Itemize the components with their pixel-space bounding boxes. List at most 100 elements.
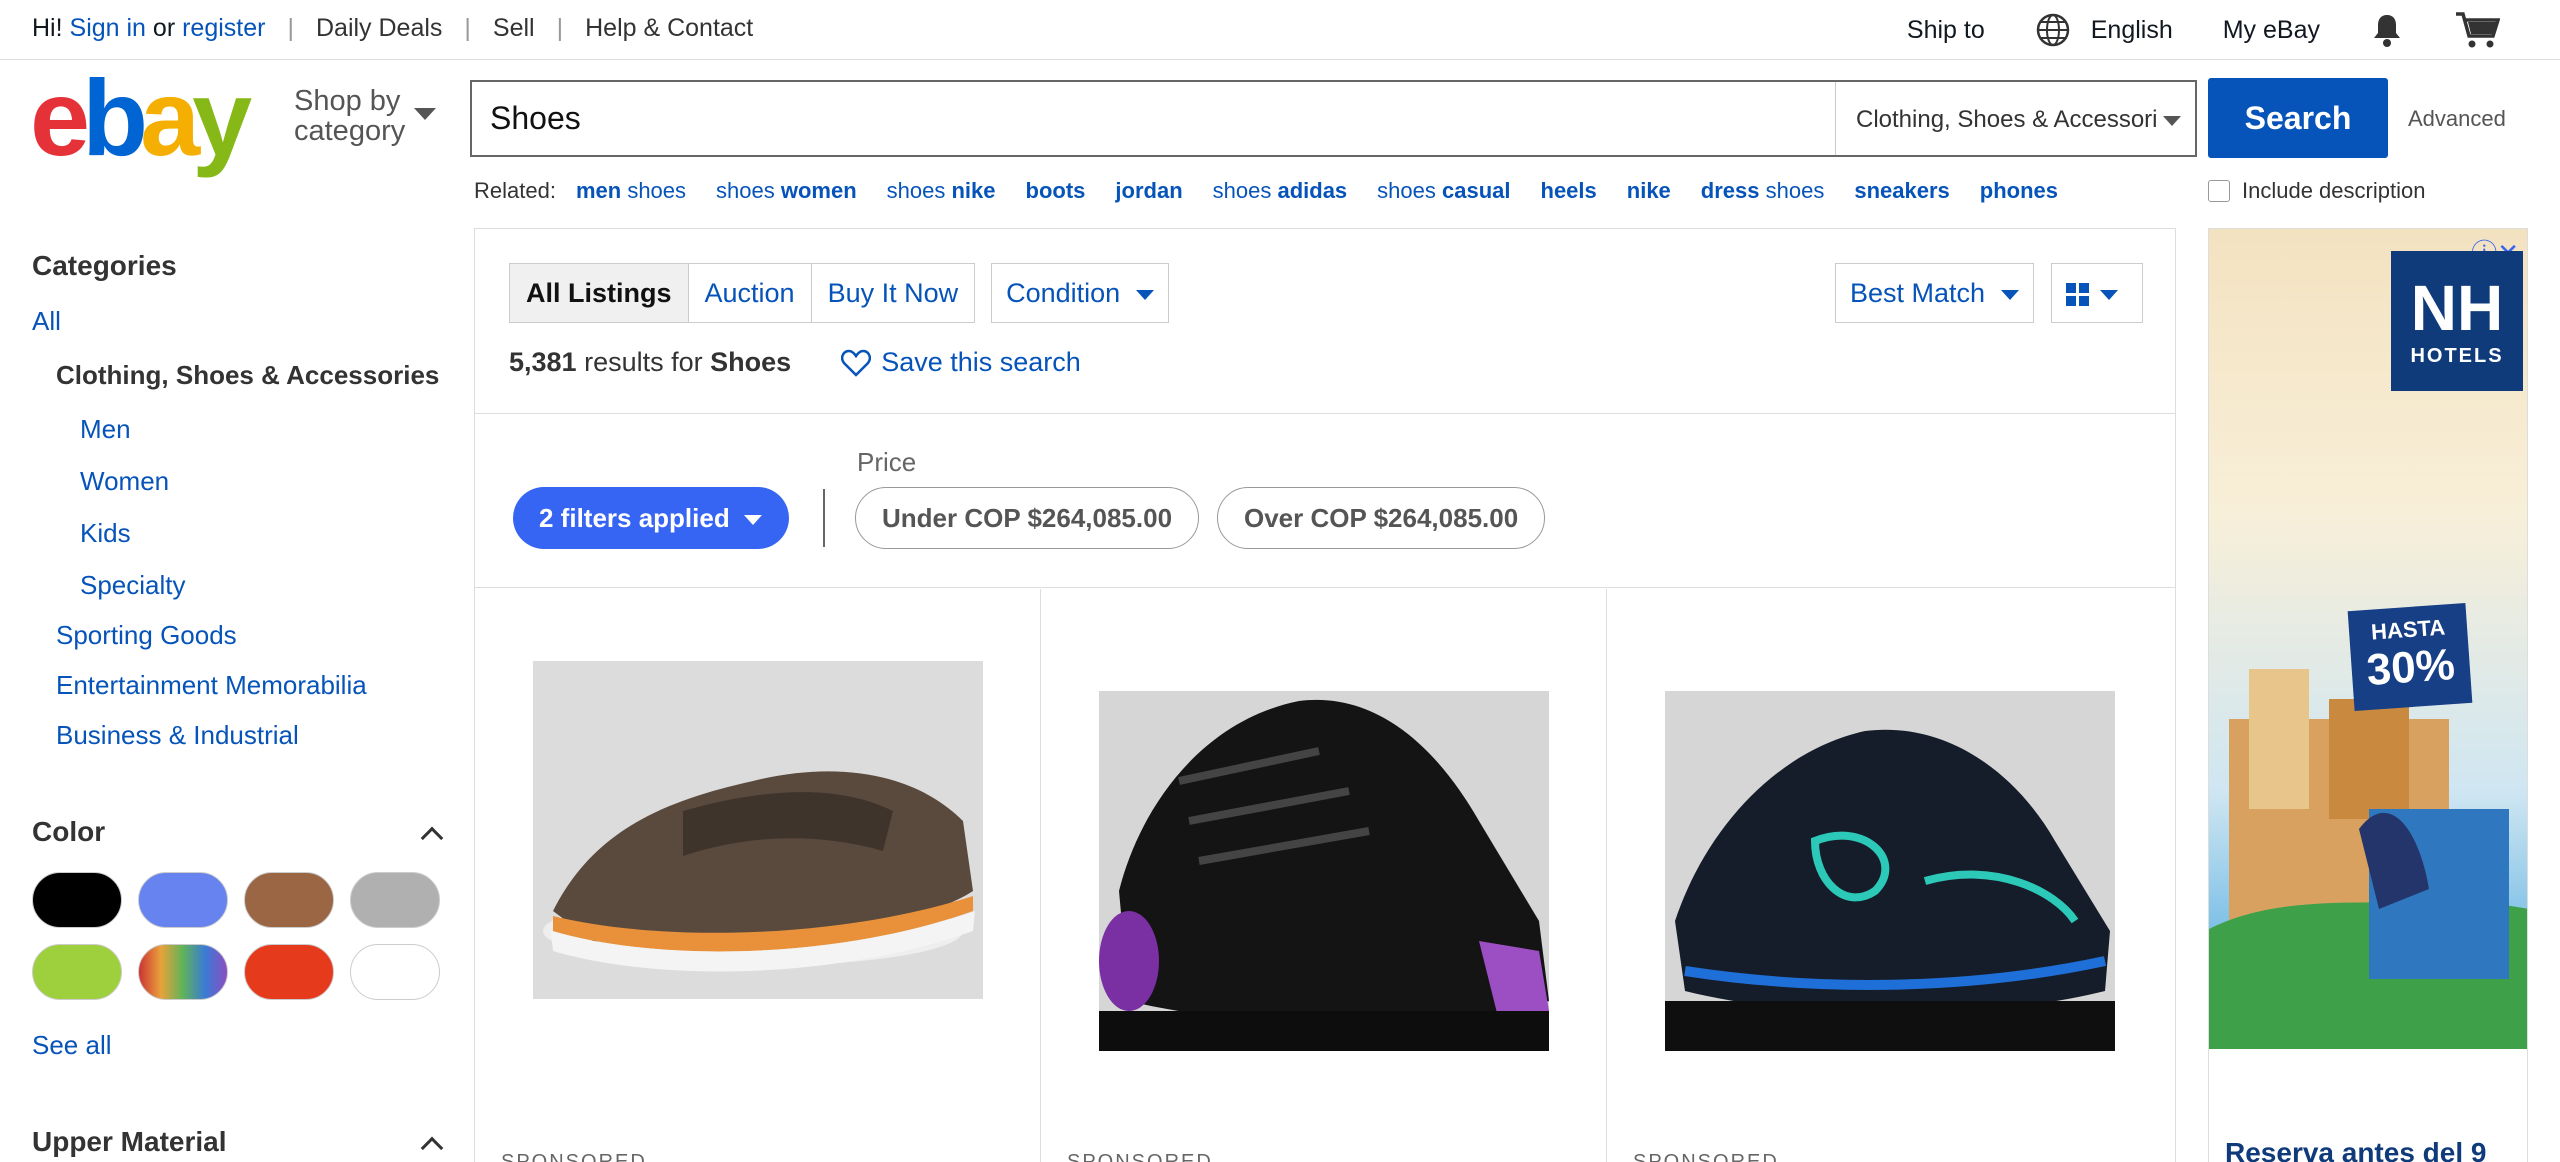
related-search-link[interactable]: nike bbox=[1627, 178, 1671, 204]
save-search-label: Save this search bbox=[881, 347, 1081, 377]
category-women-link[interactable]: Women bbox=[80, 466, 169, 497]
chevron-down-icon bbox=[2100, 289, 2118, 300]
tab-auction[interactable]: Auction bbox=[688, 263, 812, 323]
advertisement-banner[interactable]: ⓘ✕ NH HOTELS HASTA 30% Reserva antes del… bbox=[2208, 228, 2528, 1162]
product-image-brown-slip-on-shoe[interactable] bbox=[533, 661, 983, 999]
shop-by-line-1: Shop by bbox=[294, 85, 401, 117]
category-kids-link[interactable]: Kids bbox=[80, 518, 131, 549]
separator: | bbox=[556, 14, 564, 42]
price-over-button[interactable]: Over COP $264,085.00 bbox=[1217, 487, 1546, 549]
color-swatch[interactable] bbox=[138, 944, 228, 1000]
related-search-link[interactable]: phones bbox=[1980, 178, 2058, 204]
my-ebay-link[interactable]: My eBay bbox=[2223, 16, 2320, 45]
nh-brand-sub: HOTELS bbox=[2410, 345, 2504, 367]
divider bbox=[475, 587, 2175, 588]
filters-applied-button[interactable]: 2 filters applied bbox=[513, 487, 789, 549]
related-search-link[interactable]: jordan bbox=[1115, 178, 1182, 204]
see-all-colors-link[interactable]: See all bbox=[32, 1030, 112, 1061]
related-search-link[interactable]: shoes women bbox=[716, 178, 857, 204]
register-link[interactable]: register bbox=[182, 14, 265, 43]
save-search-button[interactable]: Save this search bbox=[841, 347, 1081, 378]
color-swatch[interactable] bbox=[350, 872, 440, 928]
notification-bell-icon[interactable] bbox=[2370, 12, 2404, 48]
color-filter-heading[interactable]: Color bbox=[32, 816, 105, 848]
search-box: Clothing, Shoes & Accessories bbox=[470, 80, 2197, 157]
color-swatch[interactable] bbox=[350, 944, 440, 1000]
condition-dropdown[interactable]: Condition bbox=[991, 263, 1170, 323]
related-term: shoes bbox=[1759, 178, 1825, 203]
product-card[interactable] bbox=[475, 589, 1041, 1162]
sign-in-link[interactable]: Sign in bbox=[70, 14, 146, 43]
product-card[interactable] bbox=[1041, 589, 1607, 1162]
greeting-text: Hi! bbox=[32, 14, 63, 42]
related-search-link[interactable]: heels bbox=[1541, 178, 1597, 204]
separator: | bbox=[464, 14, 471, 42]
include-description-checkbox[interactable]: Include description bbox=[2208, 178, 2425, 204]
related-term-bold: adidas bbox=[1277, 178, 1348, 203]
ship-to-button[interactable]: Ship to bbox=[1907, 16, 1985, 45]
percent-text: 30% bbox=[2365, 639, 2457, 695]
related-term-bold: nike bbox=[1626, 178, 1671, 203]
results-count: 5,381 bbox=[509, 347, 577, 377]
divider bbox=[475, 413, 2175, 414]
related-term-bold: nike bbox=[951, 178, 996, 203]
sort-label: Best Match bbox=[1850, 278, 1986, 308]
related-term-bold: boots bbox=[1025, 178, 1086, 203]
related-search-link[interactable]: sneakers bbox=[1854, 178, 1949, 204]
tab-buy-it-now[interactable]: Buy It Now bbox=[811, 263, 976, 323]
product-card[interactable] bbox=[1607, 589, 2173, 1162]
language-selector[interactable]: English bbox=[2035, 12, 2173, 48]
sell-link[interactable]: Sell bbox=[493, 14, 535, 43]
grid-view-icon bbox=[2066, 282, 2089, 306]
category-all-link[interactable]: All bbox=[32, 306, 61, 337]
product-image-black-teal-sneaker[interactable] bbox=[1665, 691, 2115, 1051]
color-swatch[interactable] bbox=[32, 872, 122, 928]
price-under-button[interactable]: Under COP $264,085.00 bbox=[855, 487, 1200, 549]
category-sporting-goods-link[interactable]: Sporting Goods bbox=[56, 620, 237, 651]
related-search-link[interactable]: men shoes bbox=[576, 178, 686, 204]
tab-all-listings[interactable]: All Listings bbox=[509, 263, 689, 323]
advanced-search-link[interactable]: Advanced bbox=[2408, 106, 2506, 132]
product-image-black-puma-sneaker[interactable] bbox=[1099, 691, 1549, 1051]
chevron-down-icon bbox=[1136, 289, 1155, 300]
view-toggle-dropdown[interactable] bbox=[2051, 263, 2143, 323]
search-button[interactable]: Search bbox=[2208, 78, 2388, 158]
results-summary: 5,381 results for Shoes Save this search bbox=[509, 347, 1081, 378]
chevron-down-icon bbox=[414, 108, 436, 120]
chevron-up-icon[interactable] bbox=[420, 1136, 444, 1160]
category-select[interactable]: Clothing, Shoes & Accessories bbox=[1835, 82, 2195, 155]
category-men-link[interactable]: Men bbox=[80, 414, 131, 445]
color-swatch[interactable] bbox=[244, 872, 334, 928]
related-search-link[interactable]: shoes nike bbox=[887, 178, 996, 204]
related-search-link[interactable]: shoes adidas bbox=[1213, 178, 1348, 204]
daily-deals-link[interactable]: Daily Deals bbox=[316, 14, 442, 43]
results-query: Shoes bbox=[710, 347, 792, 377]
related-term-bold: men bbox=[575, 178, 622, 203]
shop-by-category-button[interactable]: Shop by category bbox=[294, 85, 436, 147]
color-swatch[interactable] bbox=[138, 872, 228, 928]
help-contact-link[interactable]: Help & Contact bbox=[585, 14, 753, 43]
cart-icon[interactable] bbox=[2454, 10, 2500, 50]
related-term-bold: phones bbox=[1979, 178, 2058, 203]
search-input[interactable] bbox=[472, 82, 1835, 155]
sort-dropdown[interactable]: Best Match bbox=[1835, 263, 2035, 323]
price-filter-label: Price bbox=[857, 447, 917, 477]
related-search-link[interactable]: shoes casual bbox=[1377, 178, 1510, 204]
related-term: shoes bbox=[1377, 178, 1442, 203]
related-label: Related: bbox=[474, 178, 556, 203]
color-swatch[interactable] bbox=[244, 944, 334, 1000]
related-search-link[interactable]: dress shoes bbox=[1701, 178, 1825, 204]
language-label: English bbox=[2090, 15, 2173, 44]
sponsored-label: SPONSORED bbox=[501, 1151, 647, 1162]
checkbox-icon[interactable] bbox=[2208, 180, 2230, 202]
shop-by-line-2: category bbox=[294, 115, 406, 147]
category-entertainment-memorabilia-link[interactable]: Entertainment Memorabilia bbox=[56, 670, 367, 701]
results-for-text: results for bbox=[584, 347, 703, 377]
color-swatch[interactable] bbox=[32, 944, 122, 1000]
upper-material-heading[interactable]: Upper Material bbox=[32, 1126, 227, 1158]
category-specialty-link[interactable]: Specialty bbox=[80, 570, 186, 601]
chevron-up-icon[interactable] bbox=[420, 826, 444, 850]
ebay-logo[interactable]: ebay bbox=[30, 64, 270, 172]
category-business-industrial-link[interactable]: Business & Industrial bbox=[56, 720, 299, 751]
related-search-link[interactable]: boots bbox=[1026, 178, 1086, 204]
